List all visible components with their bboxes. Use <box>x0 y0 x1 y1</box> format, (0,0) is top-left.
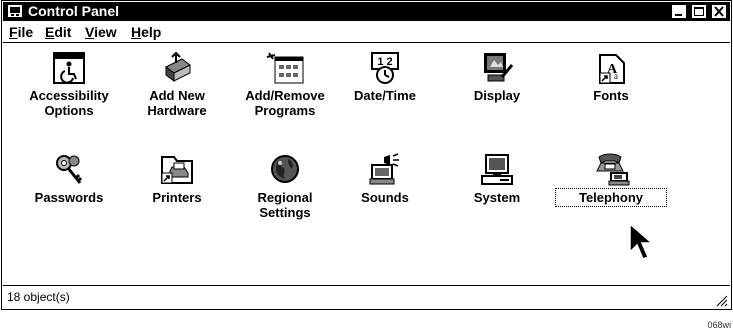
item-label: Printers <box>152 190 202 205</box>
hardware-icon <box>165 51 191 82</box>
item-label: Fonts <box>593 88 629 103</box>
figure-code: 068wi <box>707 320 731 330</box>
maximize-icon <box>694 7 704 16</box>
menu-help[interactable]: Help <box>131 24 161 40</box>
item-system[interactable]: System <box>443 153 551 205</box>
menu-view[interactable]: View <box>85 24 117 40</box>
item-label: System <box>473 190 521 205</box>
programs-icon <box>266 52 304 84</box>
keys-icon <box>56 155 83 184</box>
status-text: 18 object(s) <box>7 290 70 304</box>
item-label: Passwords <box>34 190 104 205</box>
printer-icon <box>161 156 193 184</box>
maximize-button[interactable] <box>691 4 707 19</box>
item-label: Telephony <box>578 190 644 205</box>
item-label: Programs <box>254 103 316 118</box>
display-icon <box>484 53 514 82</box>
item-label: Add New <box>149 88 205 103</box>
telephone-icon <box>596 153 630 186</box>
item-printers[interactable]: Printers <box>123 153 231 205</box>
item-label: Date/Time <box>354 88 416 103</box>
item-label: Sounds <box>361 190 409 205</box>
item-label: Accessibility <box>29 88 109 103</box>
resize-grip-icon[interactable] <box>715 294 728 307</box>
fonts-icon: A a <box>599 54 625 84</box>
title-bar[interactable]: Control Panel <box>3 2 730 21</box>
accessibility-icon <box>53 52 85 84</box>
menu-bar: File Edit View Help <box>3 21 730 43</box>
mouse-pointer-icon <box>629 222 654 260</box>
item-add-remove-programs[interactable]: Add/Remove Programs <box>231 51 339 118</box>
item-label: Regional <box>257 190 313 205</box>
item-label: Options <box>44 103 94 118</box>
item-telephony[interactable]: Telephony <box>555 153 667 207</box>
item-display[interactable]: Display <box>443 51 551 103</box>
item-label: Display <box>473 88 521 103</box>
clock-icon: 1 2 <box>371 52 399 84</box>
item-fonts[interactable]: A a Fonts <box>557 51 665 103</box>
close-icon <box>714 6 724 17</box>
item-label: Hardware <box>147 103 207 118</box>
item-label: Add/Remove <box>245 88 325 103</box>
menu-edit[interactable]: Edit <box>45 24 71 40</box>
minimize-button[interactable] <box>671 4 687 19</box>
menu-file[interactable]: File <box>9 24 33 40</box>
control-panel-window: Control Panel File Edit View Help Access… <box>1 0 732 310</box>
computer-icon <box>481 154 513 185</box>
item-add-new-hardware[interactable]: Add New Hardware <box>123 51 231 118</box>
item-accessibility-options[interactable]: Accessibility Options <box>15 51 123 118</box>
selected-label: Telephony <box>555 188 667 207</box>
item-passwords[interactable]: Passwords <box>15 153 123 205</box>
speaker-icon <box>369 153 399 185</box>
status-bar: 18 object(s) <box>3 286 730 309</box>
window-title: Control Panel <box>28 3 120 19</box>
svg-text:a: a <box>614 71 618 81</box>
control-panel-icon <box>8 5 22 17</box>
item-regional-settings[interactable]: Regional Settings <box>231 153 339 220</box>
minimize-icon <box>675 14 682 16</box>
icon-view: Accessibility Options Add New Hardware Add… <box>3 43 730 286</box>
globe-icon <box>271 155 299 183</box>
item-sounds[interactable]: Sounds <box>331 153 439 205</box>
item-label: Settings <box>259 205 311 220</box>
item-date-time[interactable]: 1 2 Date/Time <box>331 51 439 103</box>
close-button[interactable] <box>711 4 727 19</box>
